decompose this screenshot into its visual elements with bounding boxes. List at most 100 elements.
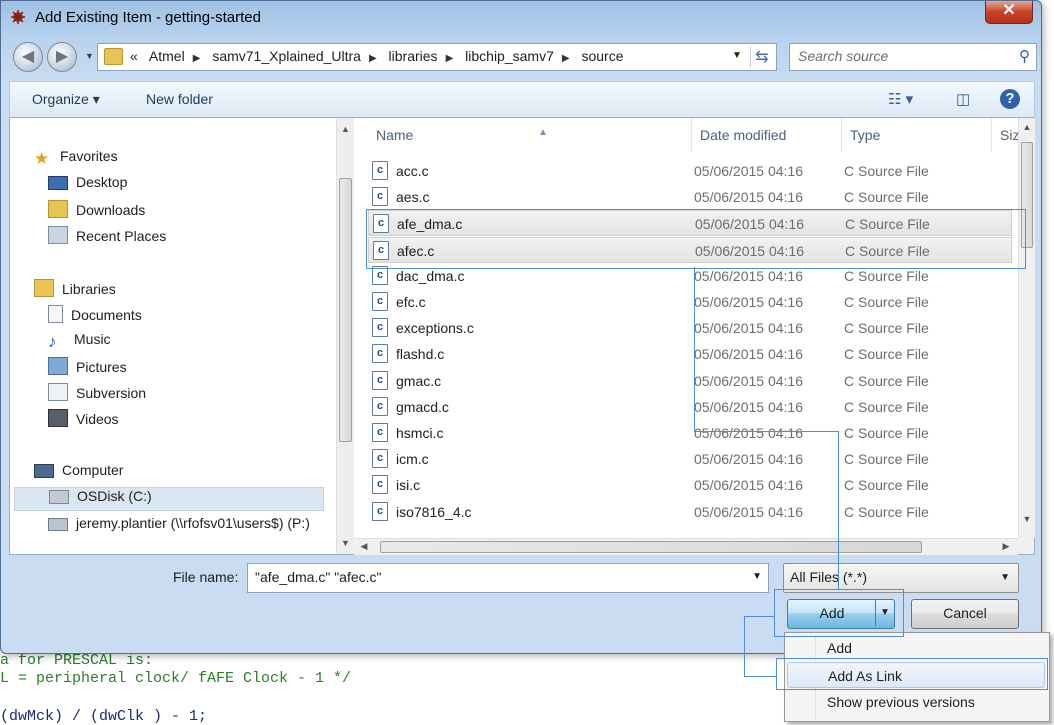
chevron-right-icon[interactable]: ▶	[562, 53, 570, 64]
scroll-down-icon[interactable]: ▼	[1019, 514, 1035, 524]
view-options-icon[interactable]: ☷ ▾	[888, 90, 913, 108]
chevron-right-icon[interactable]: ▶	[446, 53, 454, 64]
help-icon[interactable]: ?	[1000, 89, 1020, 109]
close-button[interactable]: ✕	[985, 1, 1033, 24]
breadcrumb-item[interactable]: libraries	[389, 48, 438, 64]
file-list-vertical-scrollbar[interactable]: ▲ ▼	[1018, 118, 1035, 538]
column-type[interactable]: Type	[842, 118, 992, 152]
visual-studio-icon	[11, 10, 25, 24]
address-dropdown-icon[interactable]: ▼	[732, 50, 742, 61]
cancel-button[interactable]: Cancel	[911, 599, 1019, 629]
file-row[interactable]: c exceptions.c 05/06/2015 04:16 C Source Fi…	[368, 315, 1012, 341]
file-row[interactable]: c gmac.c 05/06/2015 04:16 C Source File	[368, 368, 1012, 394]
file-row[interactable]: c acc.c 05/06/2015 04:16 C Source File	[368, 158, 1012, 184]
c-source-file-icon: c	[372, 187, 388, 207]
arrow-right-icon: ▶	[55, 48, 69, 65]
file-row[interactable]: c hsmci.c 05/06/2015 04:16 C Source File	[368, 420, 1012, 446]
music-icon: ♪	[48, 332, 57, 351]
chevron-right-icon[interactable]: ▶	[193, 53, 201, 64]
forward-button[interactable]: ▶	[47, 42, 77, 72]
nav-computer[interactable]: Computer	[34, 462, 123, 486]
pictures-icon	[48, 357, 68, 375]
file-date: 05/06/2015 04:16	[694, 398, 803, 415]
nav-pictures[interactable]: Pictures	[48, 357, 127, 381]
computer-icon	[34, 464, 54, 478]
scroll-left-icon[interactable]: ◀	[358, 541, 370, 552]
nav-network-drive[interactable]: jeremy.plantier (\\rfofsv01\users$) (P:)	[48, 515, 310, 539]
file-row[interactable]: c efc.c 05/06/2015 04:16 C Source File	[368, 289, 1012, 315]
breadcrumb-item[interactable]: Atmel	[149, 48, 185, 64]
nav-documents[interactable]: Documents	[48, 305, 142, 329]
nav-libraries[interactable]: Libraries	[34, 279, 116, 303]
file-name: gmac.c	[396, 372, 442, 389]
file-type: C Source File	[844, 503, 929, 520]
scroll-right-icon[interactable]: ▶	[1000, 541, 1012, 552]
c-source-file-icon: c	[372, 501, 388, 521]
column-size[interactable]: Siz	[992, 118, 1018, 152]
scroll-up-icon[interactable]: ▲	[337, 124, 354, 134]
breadcrumb-overflow[interactable]: «	[130, 48, 138, 64]
file-row[interactable]: c iso7816_4.c 05/06/2015 04:16 C Source Fil…	[368, 499, 1012, 525]
column-date-modified[interactable]: Date modified	[692, 118, 842, 152]
nav-downloads[interactable]: Downloads	[48, 200, 145, 224]
scroll-down-icon[interactable]: ▼	[337, 538, 354, 548]
file-row[interactable]: c isi.c 05/06/2015 04:16 C Source File	[368, 472, 1012, 498]
c-source-file-icon: c	[372, 161, 388, 180]
c-source-file-icon: c	[372, 344, 388, 364]
file-row[interactable]: c flashd.c 05/06/2015 04:16 C Source File	[368, 341, 1012, 367]
nav-music[interactable]: ♪ Music	[48, 331, 111, 355]
new-folder-button[interactable]: New folder	[146, 91, 213, 107]
annotation-connector	[694, 431, 838, 432]
file-date: 05/06/2015 04:16	[694, 425, 803, 441]
nav-videos[interactable]: Videos	[48, 409, 119, 433]
column-name[interactable]: Name ▲	[368, 118, 692, 152]
file-name-input[interactable]	[253, 568, 737, 586]
file-type: C Source File	[844, 267, 929, 284]
scroll-thumb[interactable]	[380, 541, 922, 553]
nav-desktop[interactable]: Desktop	[48, 174, 127, 198]
chevron-right-icon[interactable]: ▶	[369, 53, 377, 64]
file-type: C Source File	[844, 163, 929, 179]
organize-button[interactable]: Organize ▾	[32, 91, 100, 108]
file-date: 05/06/2015 04:16	[694, 163, 803, 179]
navigation-scrollbar[interactable]: ▲ ▼	[336, 118, 354, 554]
scroll-corner	[1018, 538, 1034, 554]
search-icon[interactable]: ⚲	[1019, 47, 1030, 65]
refresh-icon[interactable]: ⇆	[750, 47, 773, 67]
file-row[interactable]: c gmacd.c 05/06/2015 04:16 C Source File	[368, 394, 1012, 420]
nav-osdisk[interactable]: OSDisk (C:)	[14, 487, 324, 511]
chevron-down-icon: ▼	[1000, 572, 1010, 583]
breadcrumb-item[interactable]: samv71_Xplained_Ultra	[212, 48, 361, 64]
downloads-icon	[48, 200, 68, 218]
nav-subversion[interactable]: Subversion	[48, 383, 146, 407]
preview-pane-icon[interactable]: ◫	[956, 90, 970, 108]
recent-locations-dropdown[interactable]: ▼	[85, 51, 94, 61]
c-source-file-icon: c	[372, 396, 388, 416]
back-button[interactable]: ◀	[13, 42, 43, 72]
address-bar[interactable]: « Atmel ▶ samv71_Xplained_Ultra ▶ librarie…	[97, 43, 777, 71]
file-type: C Source File	[844, 372, 929, 389]
breadcrumb-item[interactable]: libchip_samv7	[465, 48, 554, 64]
window-title: Add Existing Item - getting-started	[35, 9, 261, 26]
chevron-down-icon[interactable]: ▼	[752, 571, 762, 582]
file-name: flashd.c	[396, 346, 445, 363]
search-input[interactable]	[796, 47, 1000, 65]
file-name: isi.c	[396, 477, 421, 494]
file-row[interactable]: c icm.c 05/06/2015 04:16 C Source File	[368, 446, 1012, 472]
file-name: aes.c	[396, 189, 430, 206]
breadcrumb-item[interactable]: source	[581, 48, 623, 64]
scroll-thumb[interactable]	[339, 178, 352, 442]
menu-item-show-previous-versions[interactable]: Show previous versions	[787, 689, 1045, 715]
nav-favorites[interactable]: ★ Favorites	[34, 148, 118, 172]
annotation-connector	[838, 431, 839, 589]
file-name: icm.c	[396, 451, 429, 468]
file-date: 05/06/2015 04:16	[694, 451, 803, 468]
folder-icon	[104, 48, 123, 65]
file-row[interactable]: c aes.c 05/06/2015 04:16 C Source File	[368, 184, 1012, 210]
scroll-up-icon[interactable]: ▲	[1019, 122, 1035, 132]
file-list-horizontal-scrollbar[interactable]: ◀ ▶	[354, 538, 1018, 555]
nav-recent-places[interactable]: Recent Places	[48, 226, 166, 250]
arrow-left-icon: ◀	[21, 48, 35, 65]
file-type: C Source File	[844, 477, 929, 494]
subversion-icon	[48, 383, 68, 401]
